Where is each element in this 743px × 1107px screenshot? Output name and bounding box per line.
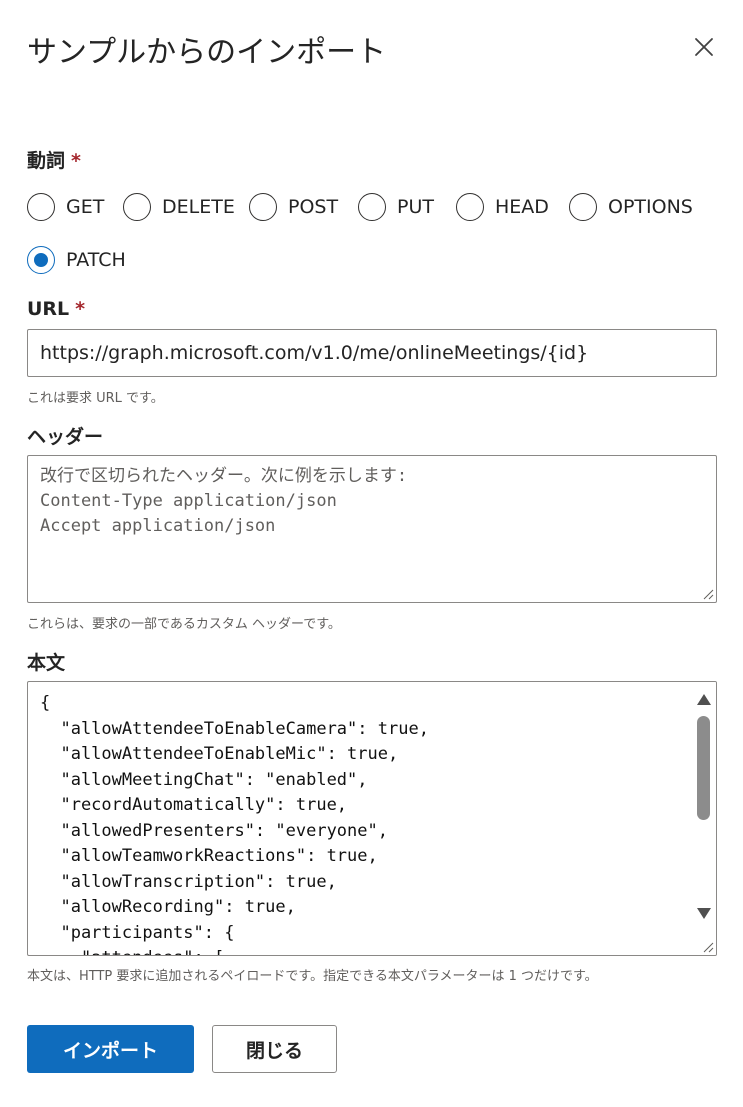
radio-patch[interactable]: PATCH [27, 246, 126, 274]
radio-head[interactable]: HEAD [456, 193, 549, 221]
radio-delete[interactable]: DELETE [123, 193, 235, 221]
radio-get[interactable]: GET [27, 193, 104, 221]
url-hint: これは要求 URL です。 [27, 391, 164, 406]
radio-label: PATCH [66, 249, 126, 271]
radio-label: DELETE [162, 196, 235, 218]
url-input[interactable] [27, 329, 717, 377]
required-mark: * [75, 298, 86, 320]
radio-label: HEAD [495, 196, 549, 218]
body-field[interactable]: { "allowAttendeeToEnableCamera": true, "… [27, 681, 717, 956]
scroll-thumb[interactable] [697, 716, 710, 820]
verb-label: 動詞 * [27, 146, 81, 173]
url-label: URL * [27, 298, 85, 320]
headers-field [27, 455, 717, 603]
radio-label: PUT [397, 196, 434, 218]
radio-circle[interactable] [249, 193, 277, 221]
body-textarea[interactable]: { "allowAttendeeToEnableCamera": true, "… [28, 682, 692, 955]
import-button[interactable]: インポート [27, 1025, 194, 1073]
radio-circle-selected[interactable] [27, 246, 55, 274]
body-label: 本文 [27, 652, 66, 674]
url-label-text: URL [27, 298, 70, 320]
scroll-down-arrow-icon[interactable] [697, 908, 711, 919]
body-scrollbar[interactable] [692, 682, 716, 955]
headers-label: ヘッダー [27, 426, 104, 448]
radio-label: POST [288, 196, 339, 218]
import-from-sample-panel: サンプルからのインポート 動詞 * GET DELETE POST PUT HEA… [0, 0, 743, 1107]
resize-grip-icon[interactable] [700, 939, 714, 953]
body-hint: 本文は、HTTP 要求に追加されるペイロードです。指定できる本文パラメーターは … [27, 969, 598, 984]
radio-label: GET [66, 196, 105, 218]
radio-circle[interactable] [27, 193, 55, 221]
required-mark: * [71, 150, 81, 172]
radio-selected-dot [34, 253, 48, 267]
radio-circle[interactable] [123, 193, 151, 221]
radio-circle[interactable] [456, 193, 484, 221]
verb-label-text: 動詞 [27, 150, 66, 172]
scroll-up-arrow-icon[interactable] [697, 694, 711, 705]
dialog-title: サンプルからのインポート [27, 35, 387, 70]
radio-post[interactable]: POST [249, 193, 338, 221]
radio-circle[interactable] [569, 193, 597, 221]
radio-options[interactable]: OPTIONS [569, 193, 693, 221]
headers-textarea[interactable] [28, 456, 716, 602]
close-icon [695, 38, 713, 56]
radio-label: OPTIONS [608, 196, 693, 218]
close-button[interactable] [690, 33, 718, 61]
radio-put[interactable]: PUT [358, 193, 434, 221]
close-dialog-button[interactable]: 閉じる [212, 1025, 337, 1073]
resize-grip-icon[interactable] [700, 586, 714, 600]
radio-circle[interactable] [358, 193, 386, 221]
headers-hint: これらは、要求の一部であるカスタム ヘッダーです。 [27, 617, 341, 632]
